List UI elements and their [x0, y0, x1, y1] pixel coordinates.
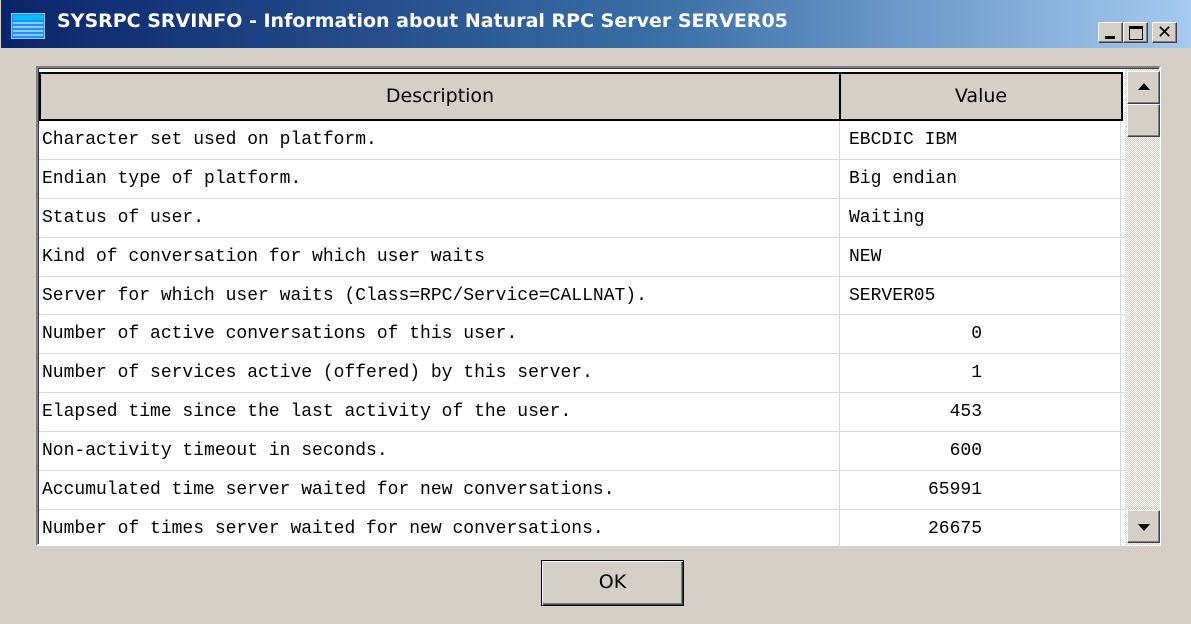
maximize-button[interactable]	[1123, 22, 1148, 43]
row-description: Endian type of platform.	[42, 159, 840, 198]
table-row[interactable]: Number of active conversations of this u…	[39, 315, 1125, 355]
table-row[interactable]: Number of times server waited for new co…	[39, 509, 1125, 549]
table-row[interactable]: Elapsed time since the last activity of …	[39, 393, 1125, 433]
scroll-up-button[interactable]	[1127, 71, 1160, 104]
table-row[interactable]: Number of services active (offered) by t…	[39, 354, 1125, 394]
close-button[interactable]: ✕	[1152, 22, 1177, 43]
row-value: Big endian	[841, 159, 1121, 198]
row-value: 65991	[841, 471, 1121, 509]
table-row[interactable]: Endian type of platform. Big endian	[39, 159, 1125, 199]
row-value: SERVER05	[841, 276, 1121, 315]
scroll-down-button[interactable]	[1127, 510, 1160, 543]
row-description: Elapsed time since the last activity of …	[42, 393, 840, 432]
minimize-icon	[1105, 36, 1115, 39]
row-description: Non-activity timeout in seconds.	[42, 432, 840, 471]
row-description: Server for which user waits (Class=RPC/S…	[42, 276, 840, 315]
row-value: EBCDIC IBM	[841, 121, 1121, 159]
table-row[interactable]: Accumulated time server waited for new c…	[39, 471, 1125, 510]
table-row[interactable]: Kind of conversation for which user wait…	[39, 237, 1125, 277]
row-value: 453	[841, 393, 1121, 432]
vertical-scrollbar[interactable]	[1125, 69, 1160, 545]
dialog-window: SYSRPC SRVINFO - Information about Natur…	[0, 0, 1191, 624]
row-value: 0	[841, 315, 1121, 354]
row-value: NEW	[841, 237, 1121, 276]
column-header-value[interactable]: Value	[839, 72, 1123, 121]
row-value: 26675	[841, 509, 1121, 548]
title-bar[interactable]: SYSRPC SRVINFO - Information about Natur…	[1, 0, 1191, 48]
row-value: 1	[841, 354, 1121, 393]
window-title: SYSRPC SRVINFO - Information about Natur…	[57, 10, 788, 32]
ok-button[interactable]: OK	[541, 560, 684, 606]
maximize-icon	[1129, 26, 1143, 40]
info-grid: Description Value Character set used on …	[36, 66, 1161, 549]
arrow-down-icon	[1138, 524, 1150, 531]
table-row[interactable]: Character set used on platform. EBCDIC I…	[39, 121, 1125, 160]
close-icon: ✕	[1156, 22, 1173, 43]
app-window-icon	[11, 13, 45, 39]
row-value: Waiting	[841, 198, 1121, 237]
table-row[interactable]: Server for which user waits (Class=RPC/S…	[39, 276, 1125, 316]
row-description: Status of user.	[42, 198, 840, 237]
scroll-thumb[interactable]	[1127, 104, 1160, 137]
grid-rows: Character set used on platform. EBCDIC I…	[39, 121, 1125, 549]
grid-body: Description Value Character set used on …	[38, 68, 1160, 549]
table-row[interactable]: Non-activity timeout in seconds. 600	[39, 432, 1125, 472]
row-description: Number of services active (offered) by t…	[42, 354, 840, 393]
row-description: Character set used on platform.	[42, 121, 840, 159]
table-row[interactable]: Status of user. Waiting	[39, 198, 1125, 238]
row-value: 600	[841, 432, 1121, 471]
row-description: Kind of conversation for which user wait…	[42, 237, 840, 276]
arrow-up-icon	[1138, 83, 1150, 90]
column-header-description[interactable]: Description	[39, 72, 841, 121]
row-description: Number of active conversations of this u…	[42, 315, 840, 354]
row-description: Accumulated time server waited for new c…	[42, 471, 840, 509]
minimize-button[interactable]	[1098, 22, 1123, 43]
row-description: Number of times server waited for new co…	[42, 509, 840, 548]
